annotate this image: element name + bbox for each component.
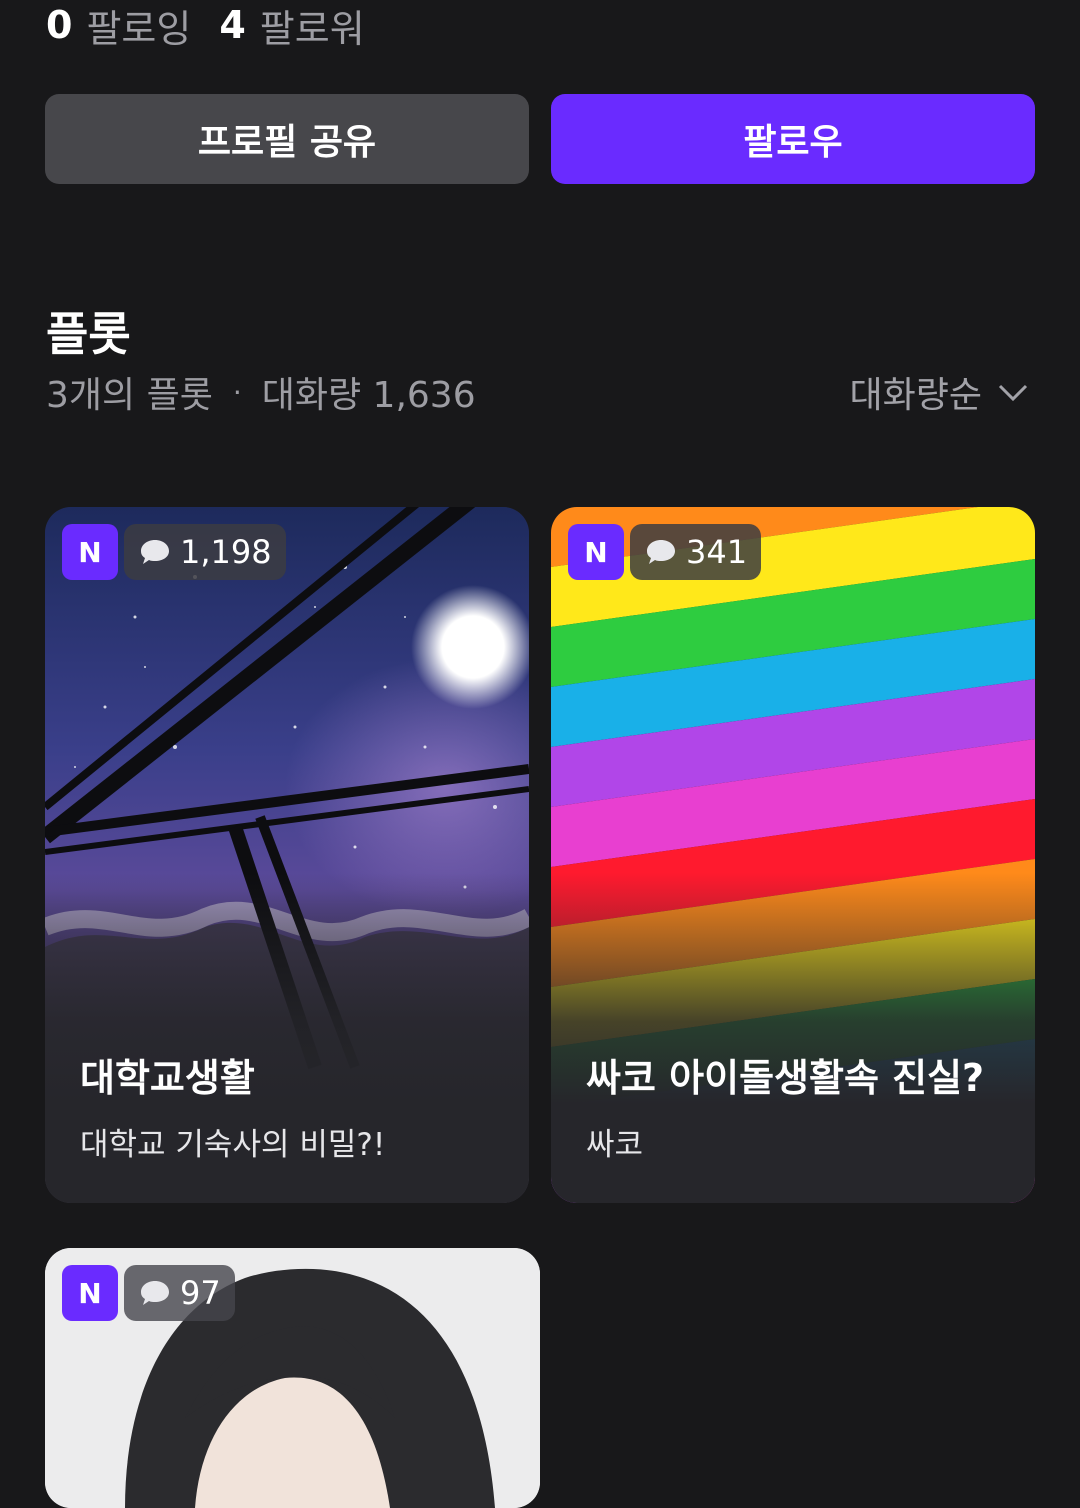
follow-stats: 0 팔로잉 4 팔로워 [46, 0, 365, 53]
new-badge: N [568, 524, 624, 580]
chat-bubble-icon [141, 1281, 169, 1305]
follow-button[interactable]: 팔로우 [551, 94, 1035, 184]
followers-label[interactable]: 팔로워 [260, 0, 365, 53]
chat-count: 341 [686, 533, 748, 571]
separator: · [232, 375, 242, 409]
chat-count-pill: 1,198 [124, 524, 286, 580]
chat-volume: 대화량 1,636 [261, 375, 476, 416]
chat-bubble-icon [647, 540, 675, 564]
sort-label: 대화량순 [849, 375, 982, 416]
plot-card[interactable]: N 97 [45, 1248, 540, 1508]
plot-card[interactable]: N 341 싸코 아이돌생활속 진실? 싸코 [551, 507, 1035, 1203]
new-badge: N [62, 524, 118, 580]
following-count[interactable]: 0 [46, 3, 72, 47]
followers-count[interactable]: 4 [219, 3, 245, 47]
chat-count: 1,198 [180, 533, 272, 571]
card-description: 싸코 [586, 1127, 644, 1163]
card-thumbnail [45, 1248, 540, 1508]
chat-count: 97 [180, 1274, 221, 1312]
share-profile-button[interactable]: 프로필 공유 [45, 94, 529, 184]
plot-count: 3개의 플롯 [46, 375, 213, 416]
card-description: 대학교 기숙사의 비밀?! [80, 1127, 386, 1163]
plot-card[interactable]: N 1,198 대학교생활 대학교 기숙사의 비밀?! [45, 507, 529, 1203]
chat-bubble-icon [141, 540, 169, 564]
chat-count-pill: 341 [630, 524, 762, 580]
sort-dropdown[interactable]: 대화량순 [850, 366, 1030, 418]
chat-count-pill: 97 [124, 1265, 235, 1321]
section-title: 플롯 [46, 307, 131, 361]
following-label[interactable]: 팔로잉 [86, 0, 191, 53]
plot-summary: 3개의 플롯 · 대화량 1,636 [46, 366, 476, 418]
card-title: 대학교생활 [80, 1056, 255, 1100]
new-badge: N [62, 1265, 118, 1321]
chevron-down-icon [998, 384, 1028, 402]
card-title: 싸코 아이돌생활속 진실? [586, 1056, 985, 1100]
